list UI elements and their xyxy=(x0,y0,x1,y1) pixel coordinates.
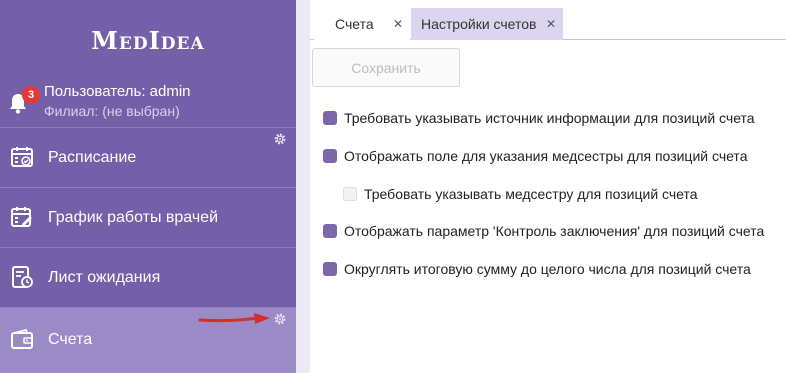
option-label: Отображать параметр 'Контроль заключения… xyxy=(344,223,765,239)
checkbox-checked[interactable] xyxy=(323,111,337,125)
gear-icon[interactable] xyxy=(273,132,287,146)
sidebar: MedIdea 3 Пользователь: admin Филиал: (н… xyxy=(0,0,296,373)
tab-label: Настройки счетов xyxy=(421,16,537,32)
annotation-arrow-icon xyxy=(198,313,270,324)
option-label: Округлять итоговую сумму до целого числа… xyxy=(344,261,751,277)
sidebar-item-schedule[interactable]: Расписание xyxy=(0,127,296,187)
waitlist-clock-icon xyxy=(12,266,33,288)
option-show-nurse-field[interactable]: Отображать поле для указания медсестры д… xyxy=(323,146,763,166)
sidebar-item-label: Лист ожидания xyxy=(48,269,161,286)
option-show-conclusion-control[interactable]: Отображать параметр 'Контроль заключения… xyxy=(323,221,765,241)
schedule-edit-icon xyxy=(11,207,32,227)
notification-badge[interactable]: 3 xyxy=(22,86,40,104)
gear-icon[interactable] xyxy=(273,312,287,326)
sidebar-item-label: Расписание xyxy=(48,149,137,166)
user-name: Пользователь: admin xyxy=(44,83,191,100)
option-round-total[interactable]: Округлять итоговую сумму до целого числа… xyxy=(323,259,763,279)
option-require-nurse[interactable]: Требовать указывать медсестру для позици… xyxy=(343,184,763,204)
sidebar-item-doctors-schedule[interactable]: График работы врачей xyxy=(0,187,296,247)
tab-bar: Счета ✕ Настройки счетов ✕ xyxy=(310,8,786,40)
checkbox-unchecked[interactable] xyxy=(343,187,357,201)
sidebar-item-label: График работы врачей xyxy=(48,209,219,226)
user-branch: Филиал: (не выбран) xyxy=(44,103,180,119)
checkbox-checked[interactable] xyxy=(323,262,337,276)
wallet-icon xyxy=(11,328,33,349)
checkbox-checked[interactable] xyxy=(323,224,337,238)
tab-invoices[interactable]: Счета ✕ xyxy=(314,8,410,40)
sidebar-divider xyxy=(296,0,310,373)
sidebar-item-waitlist[interactable]: Лист ожидания xyxy=(0,247,296,307)
checkbox-checked[interactable] xyxy=(323,149,337,163)
close-icon[interactable]: ✕ xyxy=(393,8,403,40)
tab-invoice-settings[interactable]: Настройки счетов ✕ xyxy=(411,8,563,40)
calendar-check-icon xyxy=(11,147,33,167)
option-label: Отображать поле для указания медсестры д… xyxy=(344,148,748,164)
sidebar-item-label: Счета xyxy=(48,331,93,348)
tab-label: Счета xyxy=(335,16,374,32)
option-label: Требовать указывать медсестру для позици… xyxy=(364,186,698,202)
option-require-info-source[interactable]: Требовать указывать источник информации … xyxy=(323,108,763,128)
close-icon[interactable]: ✕ xyxy=(546,8,556,40)
save-button[interactable]: Сохранить xyxy=(312,48,460,87)
user-info: 3 Пользователь: admin Филиал: (не выбран… xyxy=(0,80,296,126)
app-logo: MedIdea xyxy=(91,26,205,55)
option-label: Требовать указывать источник информации … xyxy=(344,110,755,126)
